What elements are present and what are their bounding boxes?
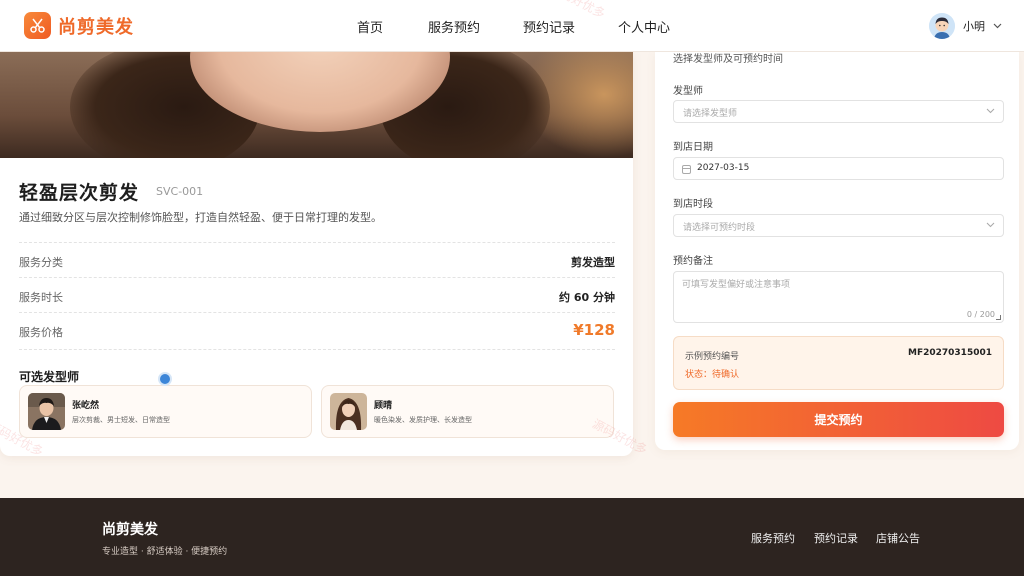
date-picker[interactable]: 2027-03-15 <box>673 157 1004 180</box>
calendar-icon <box>682 165 691 174</box>
row-label: 服务分类 <box>19 256 63 269</box>
info-row-category: 服务分类 剪发造型 <box>19 242 615 277</box>
brand-name[interactable]: 尚剪美发 <box>58 13 134 39</box>
service-hero-image <box>0 52 633 158</box>
example-code-label: 示例预约编号 <box>685 352 740 362</box>
stylist-select-placeholder: 请选择发型师 <box>683 109 738 119</box>
booking-form-card: 选择发型师及可预约时间 发型师 请选择发型师 到店日期 2027-03-15 到… <box>655 52 1019 450</box>
row-label: 服务价格 <box>19 326 63 339</box>
time-slot-label: 到店时段 <box>673 199 713 210</box>
stylist-photo <box>330 393 367 430</box>
avatar[interactable] <box>929 13 955 39</box>
note-label: 预约备注 <box>673 256 713 267</box>
time-slot-select[interactable]: 请选择可预约时段 <box>673 214 1004 237</box>
footer-link-notice[interactable]: 店铺公告 <box>876 530 920 546</box>
service-detail-card: 轻盈层次剪发 SVC-001 通过细致分区与层次控制修饰脸型，打造自然轻盈、便于… <box>0 52 633 456</box>
resize-handle[interactable] <box>996 315 1001 320</box>
nav-item-home[interactable]: 首页 <box>357 17 383 36</box>
date-picker-label: 到店日期 <box>673 142 713 153</box>
note-textarea[interactable]: 可填写发型偏好或注意事项 0 / 200 <box>673 271 1004 323</box>
nav-item-booking[interactable]: 服务预约 <box>428 17 480 36</box>
stylist-photo <box>28 393 65 430</box>
stylist-select-label: 发型师 <box>673 86 703 97</box>
time-slot-placeholder: 请选择可预约时段 <box>683 223 756 233</box>
nav-item-records[interactable]: 预约记录 <box>523 17 575 36</box>
stylist-tags: 层次剪裁、男士短发、日常造型 <box>72 416 170 424</box>
scissors-icon[interactable] <box>24 12 51 39</box>
stylist-name: 顾晴 <box>374 401 393 411</box>
footer-link-booking[interactable]: 服务预约 <box>751 530 795 546</box>
example-code: MF20270315001 <box>908 348 992 358</box>
user-menu[interactable]: 小明 <box>929 12 1002 40</box>
stylists-heading: 可选发型师 <box>19 370 80 384</box>
divider <box>19 349 615 350</box>
footer-link-records[interactable]: 预约记录 <box>814 530 858 546</box>
row-label: 服务时长 <box>19 291 63 304</box>
footer-tagline: 专业造型 · 舒适体验 · 便捷预约 <box>102 547 228 557</box>
status-badge: 状态：待确认 <box>685 370 740 380</box>
top-nav-bar: 尚剪美发 首页 服务预约 预约记录 个人中心 小明 <box>0 0 1024 52</box>
nav-item-profile[interactable]: 个人中心 <box>618 17 670 36</box>
site-footer: 尚剪美发 专业造型 · 舒适体验 · 便捷预约 服务预约 预约记录 店铺公告 <box>0 498 1024 576</box>
form-subtitle: 选择发型师及可预约时间 <box>673 54 783 65</box>
char-counter: 0 / 200 <box>966 310 995 319</box>
stylist-card[interactable]: 顾晴 暖色染发、发质护理、长发造型 <box>321 385 614 438</box>
info-row-price: 服务价格 ¥128 <box>19 312 615 347</box>
example-booking-box: 示例预约编号 MF20270315001 状态：待确认 <box>673 336 1004 390</box>
cursor-indicator <box>158 372 172 386</box>
stylist-name: 张屹然 <box>72 401 100 411</box>
chevron-down-icon[interactable] <box>993 21 1002 32</box>
row-value: 剪发造型 <box>571 256 615 269</box>
stylist-select[interactable]: 请选择发型师 <box>673 100 1004 123</box>
date-value: 2027-03-15 <box>697 163 750 173</box>
service-title: 轻盈层次剪发 <box>19 182 140 204</box>
price-value: ¥128 <box>573 321 615 339</box>
stylist-card[interactable]: 张屹然 层次剪裁、男士短发、日常造型 <box>19 385 312 438</box>
chevron-down-icon <box>986 220 995 233</box>
chevron-down-icon <box>986 106 995 119</box>
user-name[interactable]: 小明 <box>963 18 985 34</box>
footer-brand: 尚剪美发 <box>102 522 158 538</box>
stylist-tags: 暖色染发、发质护理、长发造型 <box>374 416 472 424</box>
row-value: 约 60 分钟 <box>559 291 615 304</box>
service-code: SVC-001 <box>156 185 204 198</box>
service-description: 通过细致分区与层次控制修饰脸型，打造自然轻盈、便于日常打理的发型。 <box>19 211 382 224</box>
note-placeholder: 可填写发型偏好或注意事项 <box>682 280 791 290</box>
info-row-duration: 服务时长 约 60 分钟 <box>19 277 615 312</box>
submit-booking-button[interactable]: 提交预约 <box>673 402 1004 437</box>
